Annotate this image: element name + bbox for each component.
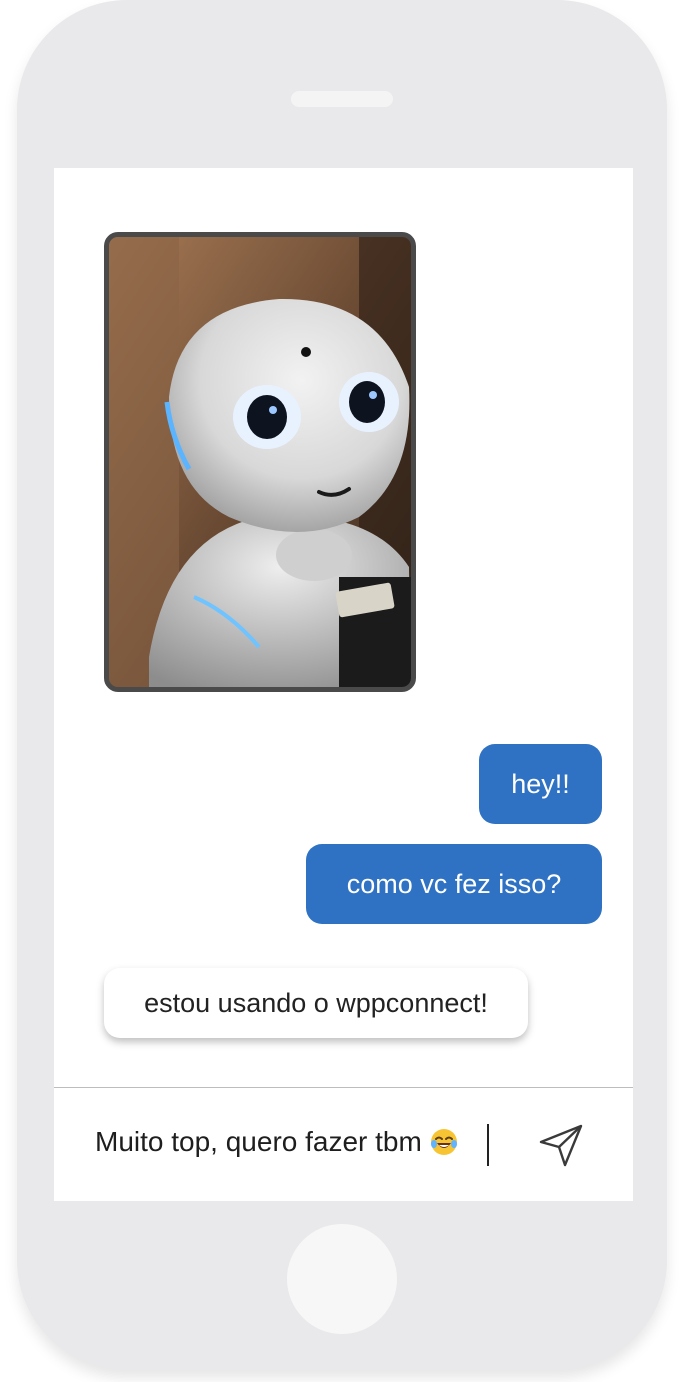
message-bubble-outgoing[interactable]: como vc fez isso? [306, 844, 602, 924]
phone-speaker [291, 91, 393, 107]
send-button[interactable] [536, 1120, 586, 1170]
message-bubble-outgoing[interactable]: hey!! [479, 744, 602, 824]
message-text: estou usando o wppconnect! [144, 987, 488, 1018]
message-input[interactable]: Muito top, quero fazer tbm [95, 1126, 458, 1158]
chat-screen: hey!! como vc fez isso? estou usando o w… [54, 168, 633, 1201]
message-bubble-incoming[interactable]: estou usando o wppconnect! [104, 968, 528, 1038]
home-button[interactable] [287, 1224, 397, 1334]
message-composer[interactable]: Muito top, quero fazer tbm [54, 1088, 633, 1201]
phone-frame: hey!! como vc fez isso? estou usando o w… [17, 0, 667, 1370]
robot-photo [109, 237, 411, 687]
face-with-tears-of-joy-icon [430, 1129, 457, 1155]
send-icon [539, 1124, 583, 1167]
image-message[interactable] [104, 232, 416, 692]
message-text: hey!! [511, 768, 570, 799]
message-text: como vc fez isso? [346, 868, 562, 899]
message-input-value: Muito top, quero fazer tbm [95, 1126, 422, 1157]
text-caret [487, 1124, 489, 1166]
